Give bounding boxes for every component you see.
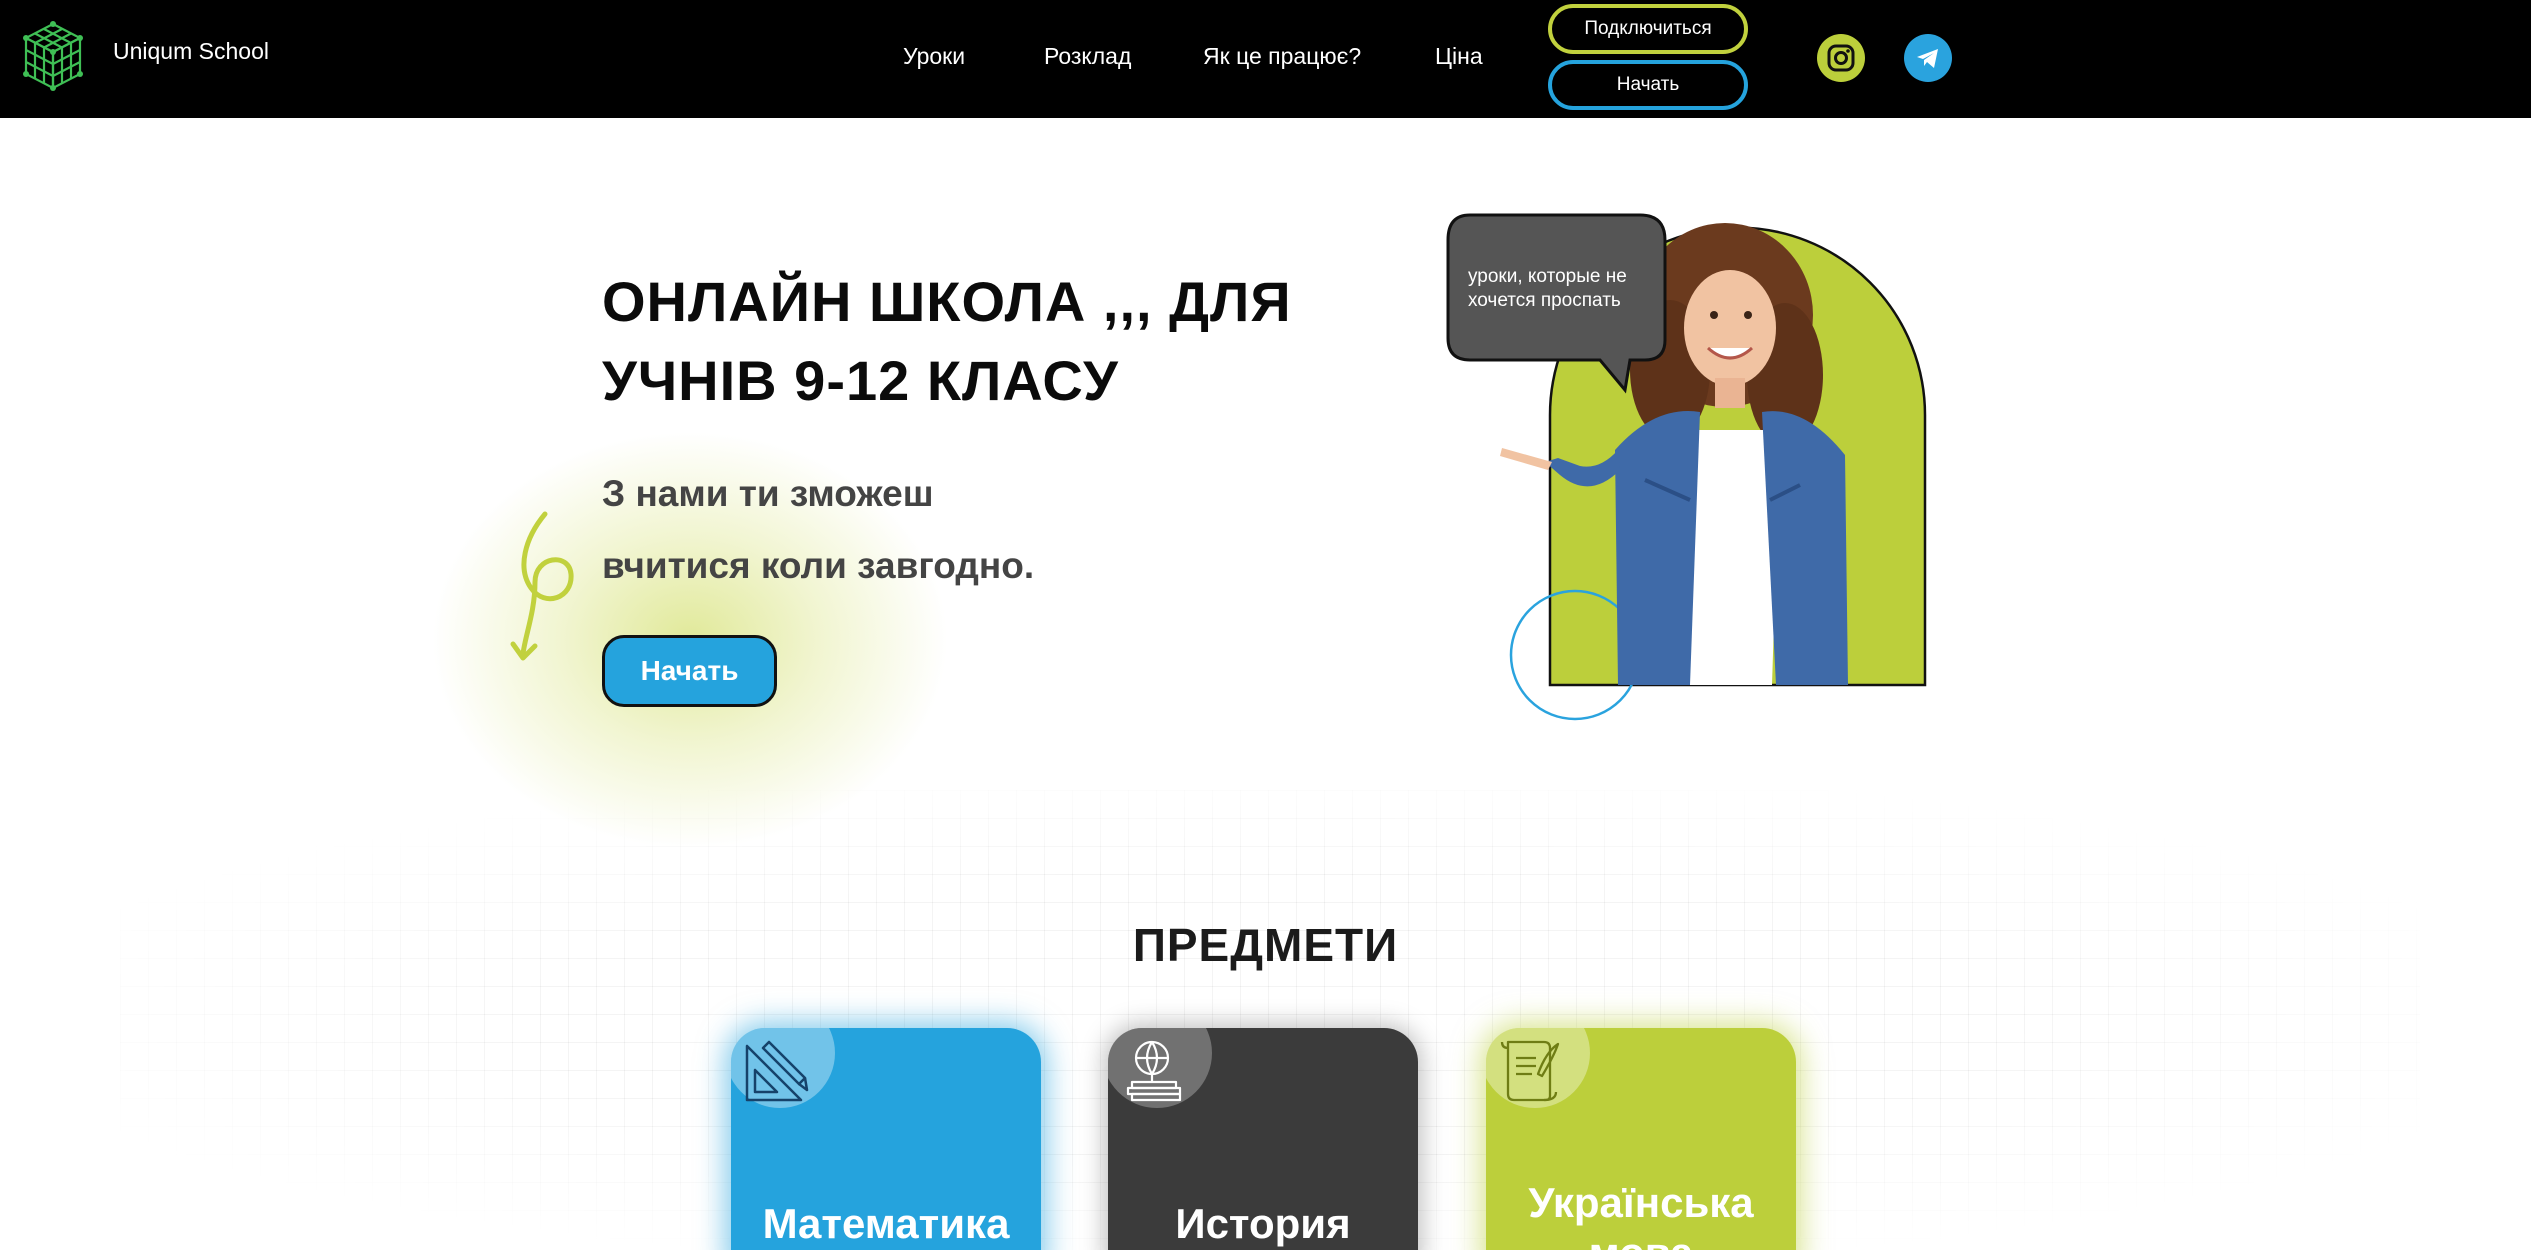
nav-link-price[interactable]: Ціна bbox=[1435, 43, 1483, 70]
subject-label-ukrainian: Українська мова bbox=[1486, 1178, 1796, 1250]
scroll-quill-icon bbox=[1500, 1040, 1560, 1102]
brand-name[interactable]: Uniqum School bbox=[113, 38, 269, 65]
hero-illustration: уроки, которые не хочется проспать bbox=[1446, 213, 1927, 721]
connect-button[interactable]: Подключиться bbox=[1548, 4, 1748, 54]
swirl-arrow-icon bbox=[510, 511, 574, 661]
subject-card-math[interactable]: Математика bbox=[731, 1028, 1041, 1250]
telegram-link[interactable] bbox=[1904, 34, 1952, 82]
subject-label-ukrainian-line-1: Українська bbox=[1528, 1179, 1754, 1226]
telegram-icon bbox=[1917, 49, 1938, 68]
hero-subtitle-line-1: З нами ти зможеш bbox=[602, 473, 934, 514]
subject-label-math: Математика bbox=[762, 1200, 1010, 1247]
bubble-line-2: хочется проспать bbox=[1468, 290, 1621, 311]
cube-logo-icon[interactable] bbox=[16, 18, 90, 96]
nav-link-how-it-works[interactable]: Як це працює? bbox=[1203, 43, 1361, 70]
instagram-icon bbox=[1827, 44, 1855, 72]
nav-link-lessons[interactable]: Уроки bbox=[903, 43, 965, 70]
nav-link-schedule[interactable]: Розклад bbox=[1044, 43, 1131, 70]
hero-start-button[interactable]: Начать bbox=[602, 635, 777, 707]
subject-label-ukrainian-line-2: мова bbox=[1486, 1228, 1796, 1250]
hero-title: ОНЛАЙН ШКОЛА ,,, ДЛЯ УЧНІВ 9-12 КЛАСУ bbox=[602, 270, 1292, 412]
top-navbar: Uniqum School Уроки Розклад Як це працює… bbox=[0, 0, 2531, 118]
ruler-triangle-icon bbox=[745, 1040, 809, 1102]
bubble-line-1: уроки, которые не bbox=[1468, 266, 1627, 287]
subject-label-history: История bbox=[1175, 1200, 1351, 1247]
subject-card-history[interactable]: История bbox=[1108, 1028, 1418, 1250]
hero-subtitle: З нами ти зможеш вчитися коли завгодно. bbox=[602, 458, 1222, 602]
hero-subtitle-line-2: вчитися коли завгодно. bbox=[602, 545, 1035, 586]
nav-start-button[interactable]: Начать bbox=[1548, 60, 1748, 110]
instagram-link[interactable] bbox=[1817, 34, 1865, 82]
subjects-title: ПРЕДМЕТИ bbox=[1132, 919, 1399, 971]
subject-card-ukrainian[interactable]: Українська мова bbox=[1486, 1028, 1796, 1250]
globe-books-icon bbox=[1126, 1040, 1182, 1102]
